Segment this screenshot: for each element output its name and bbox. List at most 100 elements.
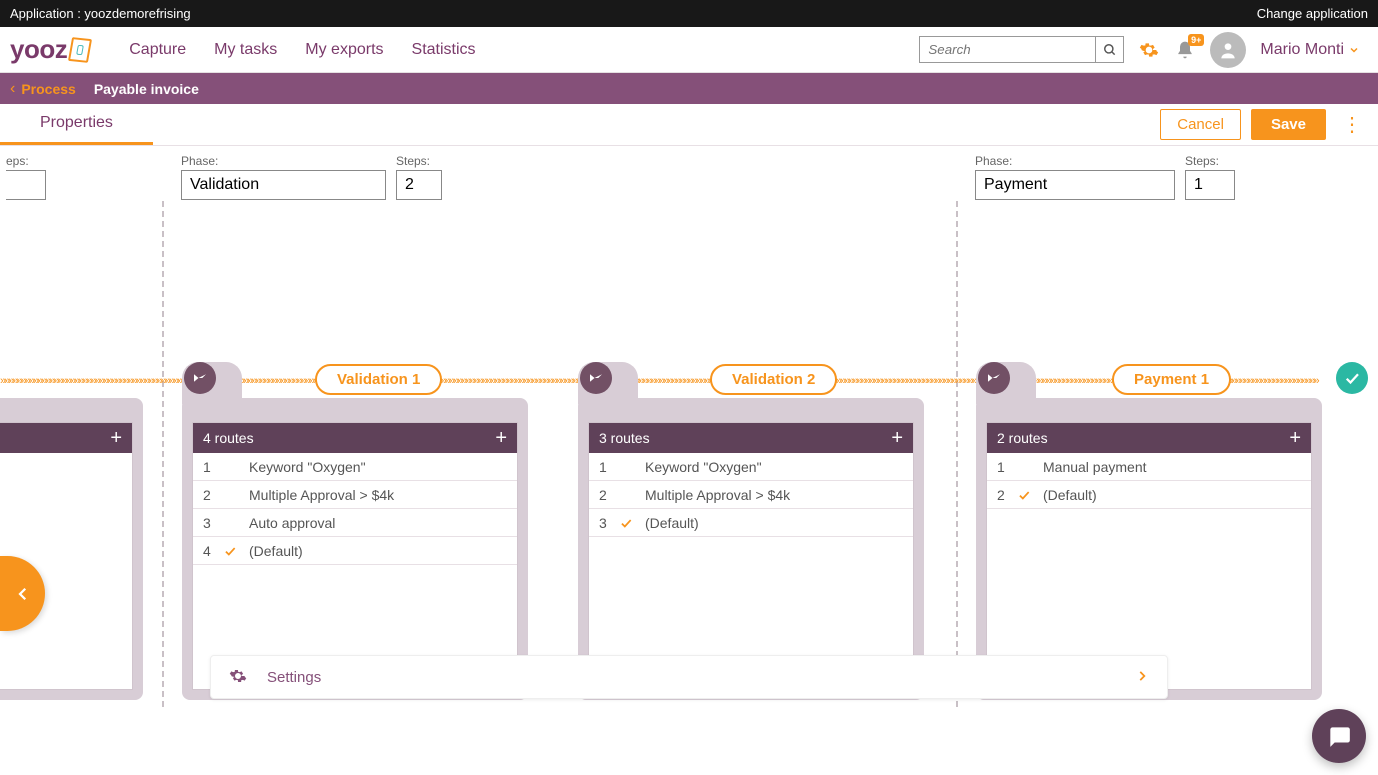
add-route-button[interactable]: + xyxy=(1289,427,1301,450)
logo[interactable]: yooz xyxy=(10,34,90,65)
username-label: Mario Monti xyxy=(1260,41,1344,59)
nav-capture[interactable]: Capture xyxy=(115,41,200,59)
tab-properties[interactable]: Properties xyxy=(0,104,153,145)
step-pill-payment1[interactable]: Payment 1 xyxy=(1112,364,1231,395)
steps-input-partial[interactable] xyxy=(6,170,46,200)
change-app-link[interactable]: Change application xyxy=(1257,6,1368,21)
logo-text: yooz xyxy=(10,34,67,65)
user-menu[interactable]: Mario Monti xyxy=(1260,41,1360,59)
routes-header: 2 routes + xyxy=(987,423,1311,453)
route-label: Manual payment xyxy=(1043,459,1311,475)
route-label: Auto approval xyxy=(249,515,517,531)
route-label: (Default) xyxy=(645,515,913,531)
route-row[interactable]: 2 Multiple Approval > $4k xyxy=(193,481,517,509)
gear-icon xyxy=(229,667,247,688)
route-number: 3 xyxy=(193,515,223,531)
route-number: 3 xyxy=(589,515,619,531)
search-input[interactable] xyxy=(920,37,1095,62)
route-row[interactable]: 3 (Default) xyxy=(589,509,913,537)
check-icon xyxy=(223,544,249,558)
route-row[interactable]: 2(Default) xyxy=(987,481,1311,509)
breadcrumb-bar: ‹ Process Payable invoice xyxy=(0,73,1378,104)
avatar[interactable] xyxy=(1210,32,1246,68)
routes-header: 4 routes + xyxy=(193,423,517,453)
route-row[interactable]: 1 Keyword "Oxygen" xyxy=(589,453,913,481)
routes-header: + xyxy=(0,423,132,453)
add-route-button[interactable]: + xyxy=(891,427,903,450)
check-icon xyxy=(1017,488,1043,502)
chevron-right-icon xyxy=(1135,669,1149,686)
route-label: Keyword "Oxygen" xyxy=(249,459,517,475)
app-name: Application : yoozdemorefrising xyxy=(10,6,191,21)
route-label: (Default) xyxy=(1043,487,1311,503)
route-number: 1 xyxy=(987,459,1017,475)
add-route-button[interactable]: + xyxy=(110,427,122,450)
tab-row: Properties Cancel Save ⋮ xyxy=(0,104,1378,146)
field-label: Phase: xyxy=(975,154,1175,168)
routes-count: 3 routes xyxy=(599,430,650,446)
route-number: 2 xyxy=(193,487,223,503)
chevron-down-icon xyxy=(1348,44,1360,56)
notif-badge: 9+ xyxy=(1188,34,1204,46)
phase-name-input[interactable] xyxy=(975,170,1175,200)
cancel-button[interactable]: Cancel xyxy=(1160,109,1241,140)
route-row[interactable]: 1 Manual payment xyxy=(987,453,1311,481)
merge-node[interactable] xyxy=(184,362,216,394)
route-number: 1 xyxy=(589,459,619,475)
phase-validation: Phase: Steps: xyxy=(181,154,442,200)
nav-statistics[interactable]: Statistics xyxy=(398,41,490,59)
avatar-icon xyxy=(1218,40,1238,60)
step-pill-validation1[interactable]: Validation 1 xyxy=(315,364,442,395)
add-route-button[interactable]: + xyxy=(495,427,507,450)
notifications-bell-icon[interactable]: 9+ xyxy=(1174,40,1196,60)
route-row[interactable]: 3 Auto approval xyxy=(193,509,517,537)
route-row[interactable]: 1 Keyword "Oxygen" xyxy=(193,453,517,481)
field-label: Phase: xyxy=(181,154,386,168)
nav-my-tasks[interactable]: My tasks xyxy=(200,41,291,59)
phase-name-input[interactable] xyxy=(181,170,386,200)
route-row[interactable]: 2 Multiple Approval > $4k xyxy=(589,481,913,509)
breadcrumb-page: Payable invoice xyxy=(94,81,199,97)
route-label: (Default) xyxy=(249,543,517,559)
settings-gear-icon[interactable] xyxy=(1138,40,1160,60)
phase-divider xyxy=(162,201,164,707)
route-label: Multiple Approval > $4k xyxy=(249,487,517,503)
merge-node[interactable] xyxy=(580,362,612,394)
field-label: eps: xyxy=(6,154,46,168)
merge-node[interactable] xyxy=(978,362,1010,394)
step-pill-validation2[interactable]: Validation 2 xyxy=(710,364,837,395)
route-number: 2 xyxy=(589,487,619,503)
steps-input[interactable] xyxy=(1185,170,1235,200)
route-label: Keyword "Oxygen" xyxy=(645,459,913,475)
settings-label: Settings xyxy=(267,669,1135,686)
app-topbar: Application : yoozdemorefrising Change a… xyxy=(0,0,1378,27)
end-node xyxy=(1336,362,1368,394)
search-button[interactable] xyxy=(1095,37,1123,62)
workflow-canvas: eps: Phase: Steps: Phase: Steps: xyxy=(0,146,1378,707)
search-icon xyxy=(1103,43,1117,57)
route-number: 1 xyxy=(193,459,223,475)
search-box xyxy=(919,36,1124,63)
field-label: Steps: xyxy=(1185,154,1235,168)
chat-button[interactable] xyxy=(1312,709,1366,763)
nav-my-exports[interactable]: My exports xyxy=(291,41,397,59)
chat-icon xyxy=(1326,723,1352,749)
phase-divider xyxy=(956,201,958,707)
phase-partial: eps: xyxy=(6,154,46,200)
routes-card-partial: + xyxy=(0,398,143,700)
routes-header: 3 routes + xyxy=(589,423,913,453)
main-header: yooz Capture My tasks My exports Statist… xyxy=(0,27,1378,73)
settings-bar[interactable]: Settings xyxy=(210,655,1168,699)
save-button[interactable]: Save xyxy=(1251,109,1326,140)
field-label: Steps: xyxy=(396,154,442,168)
phase-payment: Phase: Steps: xyxy=(975,154,1235,200)
routes-count: 4 routes xyxy=(203,430,254,446)
logo-icon xyxy=(68,37,92,63)
route-row[interactable]: 4(Default) xyxy=(193,537,517,565)
breadcrumb-process[interactable]: Process xyxy=(21,81,75,97)
more-menu-icon[interactable]: ⋮ xyxy=(1336,112,1368,137)
check-icon xyxy=(619,516,645,530)
steps-input[interactable] xyxy=(396,170,442,200)
back-chevron-icon[interactable]: ‹ xyxy=(10,80,15,98)
route-label: Multiple Approval > $4k xyxy=(645,487,913,503)
